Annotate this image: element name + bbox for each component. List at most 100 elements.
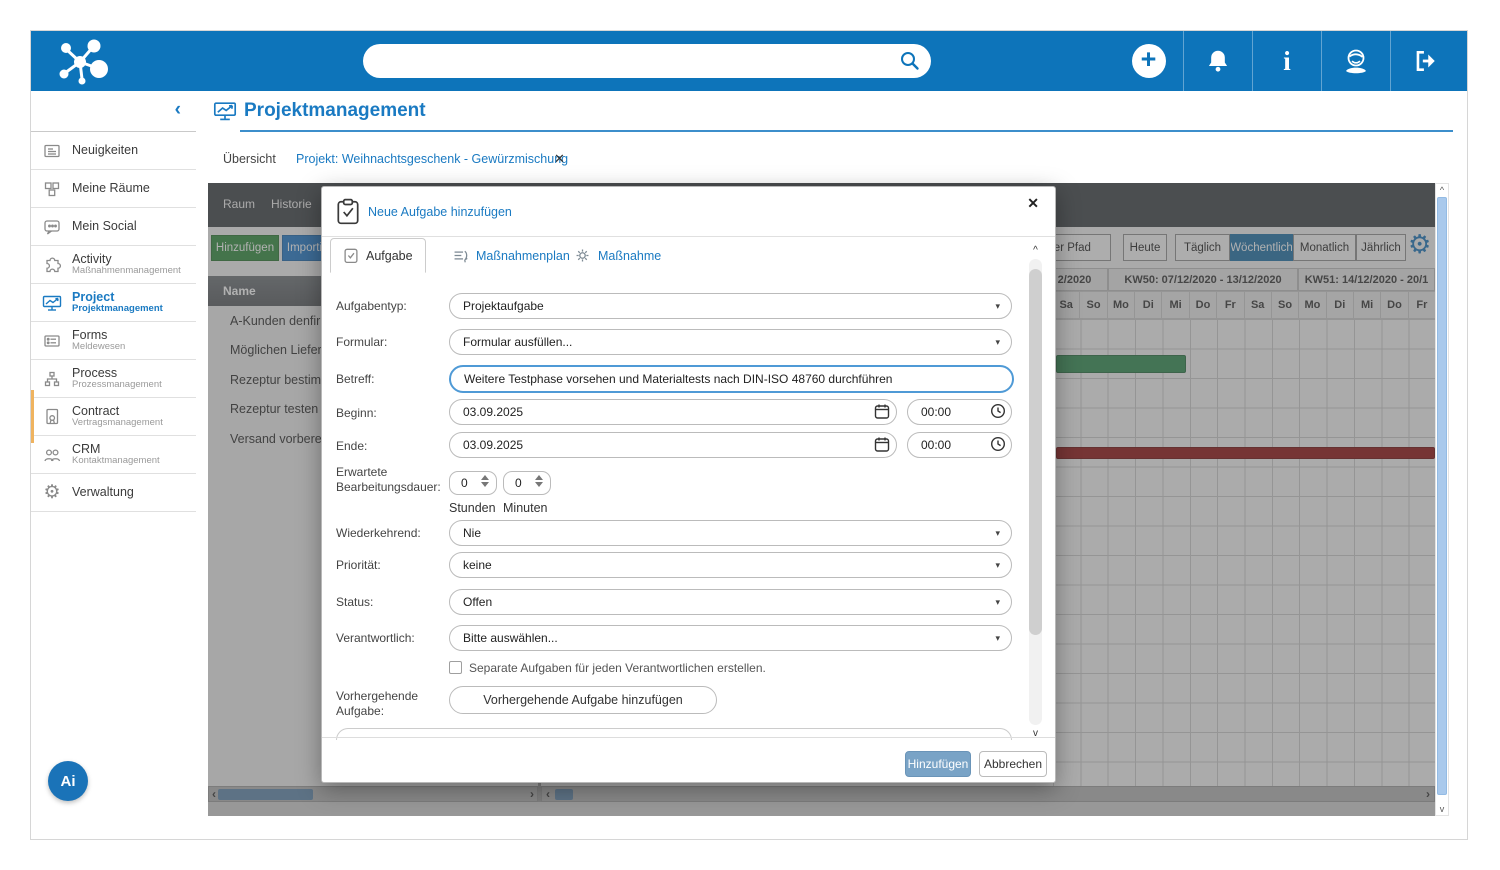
- ai-assistant-button[interactable]: Ai: [48, 761, 88, 801]
- close-project-tab-icon[interactable]: ✕: [554, 151, 565, 167]
- clock-icon[interactable]: [990, 436, 1006, 452]
- sidebar-item-contract[interactable]: Contract Vertragsmanagement: [31, 398, 196, 436]
- app-logo[interactable]: [53, 37, 109, 85]
- sidebar-item-label: Project: [72, 290, 163, 304]
- new-task-dialog: Neue Aufgabe hinzufügen ✕ Aufgabe Maßnah…: [321, 186, 1056, 783]
- sidebar: ‹ Neuigkeiten Meine Räume Mein Social Ac…: [31, 91, 196, 839]
- chevron-down-icon: ▾: [995, 560, 1000, 571]
- add-predecessor-button[interactable]: Vorhergehende Aufgabe hinzufügen: [449, 686, 717, 714]
- topbar-icons: + i: [1114, 31, 1459, 91]
- sidebar-item-label: Meine Räume: [72, 181, 150, 195]
- close-dialog-icon[interactable]: ✕: [1027, 195, 1039, 212]
- aufgabentyp-select[interactable]: Projektaufgabe ▾: [449, 293, 1012, 319]
- submit-button[interactable]: Hinzufügen: [905, 751, 971, 777]
- tab-label: Aufgabe: [366, 249, 413, 263]
- calendar-icon[interactable]: [874, 403, 890, 420]
- sidebar-item-crm[interactable]: CRM Kontaktmanagement: [31, 436, 196, 474]
- field-label: Aufgabentyp:: [336, 299, 448, 314]
- app-window: + i ‹ Neuigkeiten Meine Räume: [30, 30, 1468, 840]
- select-value: Bitte auswählen...: [463, 631, 558, 645]
- sidebar-item-project[interactable]: Project Projektmanagement: [31, 284, 196, 322]
- scroll-down-icon[interactable]: v: [1436, 804, 1448, 814]
- dialog-title: Neue Aufgabe hinzufügen: [368, 205, 512, 219]
- tab-project[interactable]: Projekt: Weihnachtsgeschenk - Gewürzmisc…: [296, 152, 568, 166]
- hours-unit-label: Stunden: [449, 501, 496, 515]
- minutes-value: 0: [515, 476, 522, 490]
- search-icon[interactable]: [899, 50, 920, 71]
- page-vscrollbar[interactable]: ^ v: [1435, 183, 1449, 816]
- info-button[interactable]: i: [1252, 31, 1321, 91]
- hours-value: 0: [461, 476, 468, 490]
- separate-tasks-checkbox[interactable]: [449, 661, 462, 674]
- minutes-stepper[interactable]: 0: [503, 471, 551, 495]
- beginn-date-input[interactable]: [449, 399, 897, 425]
- field-label: Verantwortlich:: [336, 631, 448, 646]
- sidebar-item-meine-raeume[interactable]: Meine Räume: [31, 170, 196, 208]
- search-input[interactable]: [379, 44, 889, 78]
- chevron-down-icon: ▾: [995, 301, 1000, 312]
- field-label: Status:: [336, 595, 448, 610]
- project-chart-icon: [41, 293, 63, 313]
- logout-icon: [1412, 48, 1438, 74]
- sidebar-item-label: Activity: [72, 252, 181, 266]
- field-label: Ende:: [336, 439, 448, 454]
- field-label: Priorität:: [336, 558, 448, 573]
- field-label: Betreff:: [336, 372, 448, 387]
- betreff-input[interactable]: [449, 365, 1014, 393]
- topbar: + i: [31, 31, 1467, 91]
- sidebar-item-sublabel: Vertragsmanagement: [72, 418, 163, 429]
- select-value: Formular ausfüllen...: [463, 335, 572, 349]
- sidebar-nav: Neuigkeiten Meine Räume Mein Social Acti…: [31, 132, 196, 512]
- sidebar-item-process[interactable]: Process Prozessmanagement: [31, 360, 196, 398]
- sidebar-collapse-row: ‹: [31, 91, 196, 132]
- puzzle-icon: [41, 255, 63, 275]
- form-icon: [41, 331, 63, 351]
- dialog-scrollbar[interactable]: ^ v: [1028, 245, 1045, 739]
- sidebar-item-neuigkeiten[interactable]: Neuigkeiten: [31, 132, 196, 170]
- profile-button[interactable]: [1321, 31, 1390, 91]
- stepper-arrows-icon[interactable]: [535, 475, 543, 487]
- hours-stepper[interactable]: 0: [449, 471, 497, 495]
- sidebar-item-mein-social[interactable]: Mein Social: [31, 208, 196, 246]
- scroll-up-icon[interactable]: ^: [1028, 245, 1043, 256]
- clipboard-check-icon: [335, 198, 361, 226]
- sidebar-item-sublabel: Prozessmanagement: [72, 380, 162, 391]
- search-bar: [363, 44, 931, 78]
- cancel-button[interactable]: Abbrechen: [979, 751, 1047, 777]
- sidebar-item-verwaltung[interactable]: ⚙ Verwaltung: [31, 474, 196, 512]
- bell-icon: [1205, 48, 1231, 74]
- verantwortlich-select[interactable]: Bitte auswählen... ▾: [449, 625, 1012, 651]
- projektmanagement-icon: [211, 99, 239, 123]
- status-select[interactable]: Offen ▾: [449, 589, 1012, 615]
- sidebar-item-forms[interactable]: Forms Meldewesen: [31, 322, 196, 360]
- sidebar-item-label: Verwaltung: [72, 485, 134, 499]
- measure-gear-icon: [574, 247, 591, 264]
- sidebar-item-sublabel: Kontaktmanagement: [72, 456, 160, 467]
- add-button[interactable]: +: [1114, 31, 1183, 91]
- tab-massnahme[interactable]: Maßnahme: [562, 238, 673, 273]
- formular-select[interactable]: Formular ausfüllen... ▾: [449, 329, 1012, 355]
- tab-uebersicht[interactable]: Übersicht: [223, 152, 276, 166]
- sidebar-item-label: Process: [72, 366, 162, 380]
- scroll-thumb[interactable]: [1029, 269, 1042, 635]
- tab-massnahmenplan[interactable]: Maßnahmenplan: [440, 238, 582, 273]
- calendar-icon[interactable]: [874, 436, 890, 453]
- stepper-arrows-icon[interactable]: [481, 475, 489, 487]
- vscroll-thumb[interactable]: [1437, 197, 1447, 795]
- field-label: Beginn:: [336, 406, 448, 421]
- ende-date-input[interactable]: [449, 432, 897, 458]
- tab-aufgabe[interactable]: Aufgabe: [330, 238, 426, 273]
- field-label: Erwartete Bearbeitungsdauer:: [336, 465, 448, 495]
- logout-button[interactable]: [1390, 31, 1459, 91]
- prioritaet-select[interactable]: keine ▾: [449, 552, 1012, 578]
- dialog-header: Neue Aufgabe hinzufügen ✕: [322, 187, 1055, 237]
- chat-icon: [41, 217, 63, 237]
- collapse-sidebar-icon[interactable]: ‹: [175, 99, 181, 121]
- notifications-button[interactable]: [1183, 31, 1252, 91]
- sidebar-item-activity[interactable]: Activity Maßnahmenmanagement: [31, 246, 196, 284]
- dialog-tabs: Aufgabe Maßnahmenplan Maßnahme: [322, 237, 1055, 273]
- wiederkehrend-select[interactable]: Nie ▾: [449, 520, 1012, 546]
- scroll-up-icon[interactable]: ^: [1436, 185, 1448, 195]
- page-title: Projektmanagement: [244, 100, 426, 122]
- clock-icon[interactable]: [990, 403, 1006, 419]
